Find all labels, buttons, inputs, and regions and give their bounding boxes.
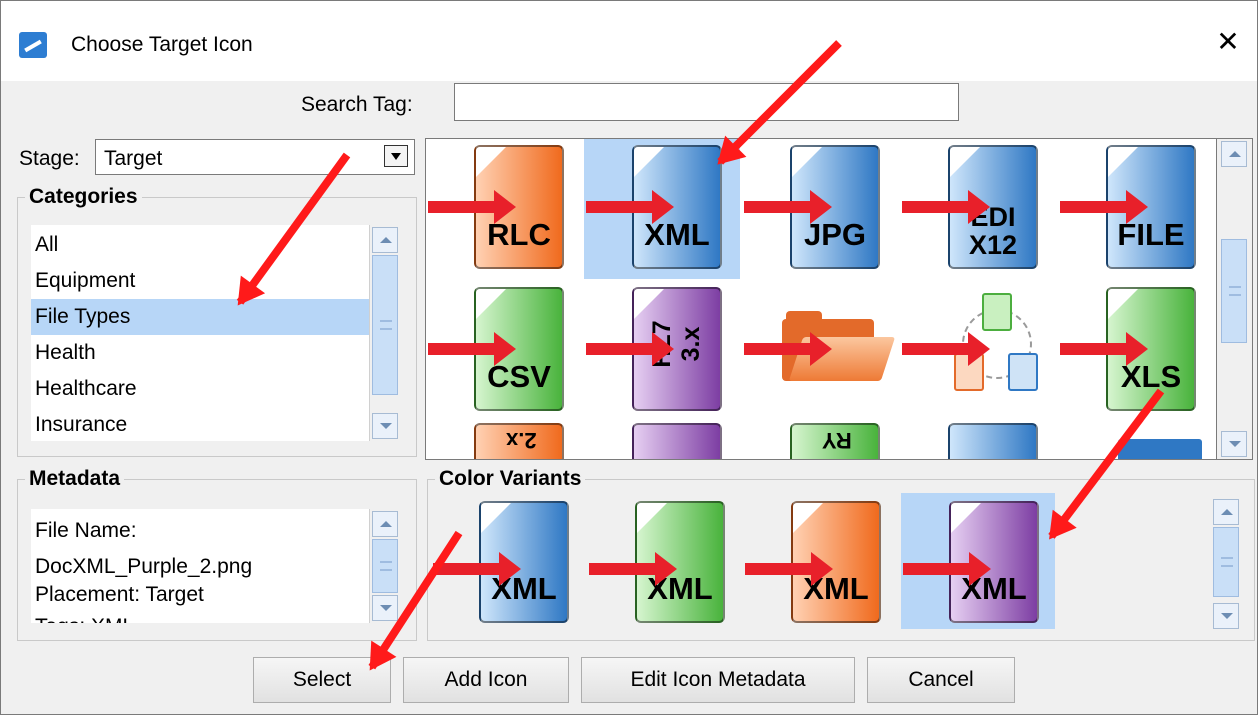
icon-rlc[interactable]: RLC bbox=[426, 139, 582, 279]
icon-jpg[interactable]: JPG bbox=[742, 139, 898, 279]
chevron-down-icon[interactable] bbox=[384, 145, 408, 167]
icon-file[interactable]: FILE bbox=[1058, 139, 1214, 279]
icons-scrollbar[interactable] bbox=[1217, 138, 1253, 460]
icon-partial[interactable] bbox=[584, 423, 740, 459]
doc-icon: RY bbox=[790, 423, 880, 459]
search-tag-label: Search Tag: bbox=[301, 93, 413, 116]
icon-hl7[interactable]: HL7 3.x bbox=[584, 281, 740, 421]
categories-list: All Equipment File Types Health Healthca… bbox=[31, 225, 371, 441]
edit-icon-metadata-button[interactable]: Edit Icon Metadata bbox=[581, 657, 855, 703]
metadata-line: Tags: XML bbox=[31, 609, 134, 623]
color-variants-list: XML XML XML XML bbox=[431, 493, 1207, 629]
icon-label: JPG bbox=[803, 217, 867, 252]
variant-green[interactable]: XML bbox=[587, 493, 741, 629]
dialog-window: Choose Target Icon ✕ Search Tag: Stage: … bbox=[0, 0, 1258, 715]
variant-orange[interactable]: XML bbox=[743, 493, 897, 629]
icon-label: XML bbox=[647, 571, 713, 606]
category-item[interactable]: Insurance bbox=[31, 407, 371, 441]
doc-icon bbox=[948, 423, 1038, 459]
category-item[interactable]: Equipment bbox=[31, 263, 371, 299]
arrow-right-icon bbox=[1060, 332, 1148, 366]
color-variants-title: Color Variants bbox=[435, 467, 586, 491]
doc-icon: XML bbox=[635, 501, 725, 623]
icon-label: XML bbox=[491, 571, 557, 606]
scroll-down-icon[interactable] bbox=[1213, 603, 1239, 629]
arrow-right-icon bbox=[586, 190, 674, 224]
window-title: Choose Target Icon bbox=[71, 33, 253, 56]
scroll-up-icon[interactable] bbox=[372, 511, 398, 537]
scroll-thumb[interactable] bbox=[1213, 527, 1239, 597]
doc-icon: XML bbox=[949, 501, 1039, 623]
doc-icon: XML bbox=[791, 501, 881, 623]
metadata-title: Metadata bbox=[25, 467, 125, 491]
arrow-right-icon bbox=[745, 552, 833, 586]
icon-partial[interactable]: 2.x bbox=[426, 423, 582, 459]
variants-scrollbar[interactable] bbox=[1209, 497, 1245, 633]
stage-value: Target bbox=[104, 147, 163, 170]
icon-folder[interactable] bbox=[742, 281, 898, 421]
metadata-line: Placement: Target bbox=[35, 583, 204, 606]
icon-label: XML bbox=[961, 571, 1027, 606]
scroll-down-icon[interactable] bbox=[1221, 431, 1247, 457]
arrow-right-icon bbox=[428, 332, 516, 366]
stage-dropdown[interactable]: Target bbox=[95, 139, 415, 175]
icon-xls[interactable]: XLS bbox=[1058, 281, 1214, 421]
category-item[interactable]: Health bbox=[31, 335, 371, 371]
search-tag-input[interactable] bbox=[454, 83, 959, 121]
scroll-thumb[interactable] bbox=[372, 255, 398, 395]
icon-label: FILE bbox=[1117, 217, 1185, 252]
icon-csv[interactable]: CSV bbox=[426, 281, 582, 421]
scroll-up-icon[interactable] bbox=[1213, 499, 1239, 525]
icon-label: CSV bbox=[487, 359, 551, 394]
close-icon[interactable]: ✕ bbox=[1211, 25, 1245, 59]
arrow-right-icon bbox=[902, 332, 990, 366]
icon-edi-x12[interactable]: EDI X12 bbox=[900, 139, 1056, 279]
icon-label: XML bbox=[644, 217, 710, 252]
arrow-right-icon bbox=[586, 332, 674, 366]
icon-label: XML bbox=[803, 571, 869, 606]
scroll-thumb[interactable] bbox=[1221, 239, 1247, 343]
icon-label: RY bbox=[822, 428, 852, 453]
icon-label-line2: X12 bbox=[968, 230, 1018, 260]
scroll-thumb[interactable] bbox=[372, 539, 398, 593]
window-icon bbox=[1118, 439, 1202, 459]
title-bar: Choose Target Icon ✕ bbox=[1, 1, 1257, 81]
icon-partial[interactable] bbox=[900, 423, 1056, 459]
metadata-line: File Name: bbox=[35, 519, 137, 542]
arrow-right-icon bbox=[744, 332, 832, 366]
icon-label: XLS bbox=[1120, 359, 1182, 394]
metadata-text: File Name: DocXML_Purple_2.png Placement… bbox=[31, 509, 371, 623]
doc-icon: XML bbox=[479, 501, 569, 623]
doc-icon: 2.x bbox=[474, 423, 564, 459]
icon-grid: RLC XML JPG EDIX12 FILE CSV HL7 3.x bbox=[425, 138, 1217, 460]
cancel-button[interactable]: Cancel bbox=[867, 657, 1015, 703]
doc-icon bbox=[632, 423, 722, 459]
arrow-right-icon bbox=[428, 190, 516, 224]
add-icon-button[interactable]: Add Icon bbox=[403, 657, 569, 703]
scroll-up-icon[interactable] bbox=[372, 227, 398, 253]
icon-partial[interactable]: RY bbox=[742, 423, 898, 459]
category-item[interactable]: Healthcare bbox=[31, 371, 371, 407]
icon-workflow[interactable] bbox=[900, 281, 1056, 421]
scroll-down-icon[interactable] bbox=[372, 595, 398, 621]
categories-title: Categories bbox=[25, 185, 142, 209]
app-logo-icon bbox=[19, 32, 47, 58]
icon-label: RLC bbox=[487, 217, 551, 252]
arrow-right-icon bbox=[744, 190, 832, 224]
arrow-right-icon bbox=[433, 552, 521, 586]
scroll-up-icon[interactable] bbox=[1221, 141, 1247, 167]
scroll-down-icon[interactable] bbox=[372, 413, 398, 439]
variant-purple-selected[interactable]: XML bbox=[901, 493, 1055, 629]
categories-scrollbar[interactable] bbox=[369, 225, 401, 441]
stage-label: Stage: bbox=[19, 147, 80, 170]
arrow-right-icon bbox=[903, 552, 991, 586]
category-item-selected[interactable]: File Types bbox=[31, 299, 371, 335]
arrow-right-icon bbox=[589, 552, 677, 586]
icon-label: 2.x bbox=[506, 428, 537, 453]
variant-blue[interactable]: XML bbox=[431, 493, 585, 629]
metadata-scrollbar[interactable] bbox=[369, 509, 401, 623]
category-item[interactable]: All bbox=[31, 227, 371, 263]
arrow-right-icon bbox=[1060, 190, 1148, 224]
arrow-right-icon bbox=[902, 190, 990, 224]
